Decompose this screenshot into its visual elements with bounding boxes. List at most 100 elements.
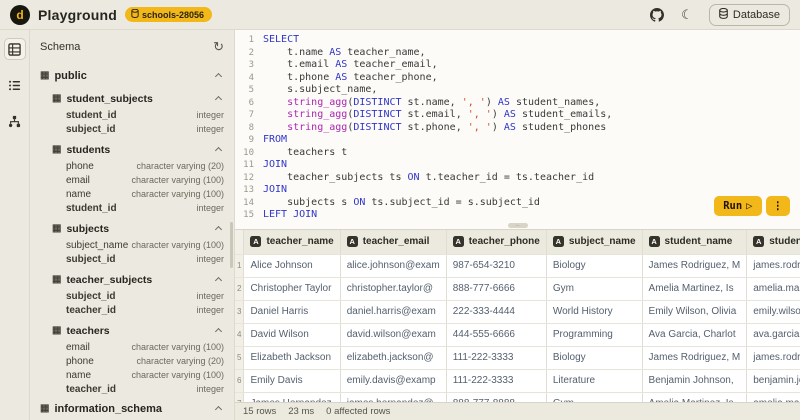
dark-mode-icon[interactable]: ☾ (679, 7, 695, 23)
code-line[interactable]: 11JOIN (235, 159, 800, 172)
table-cell[interactable]: 888-777-6666 (446, 277, 546, 300)
code-line[interactable]: 13JOIN (235, 184, 800, 197)
table-node-students[interactable]: ▦students (50, 141, 226, 159)
table-cell[interactable]: Emily Wilson, Olivia (642, 300, 747, 323)
column-header-teacher_email[interactable]: Ateacher_email (340, 230, 446, 254)
table-cell[interactable]: James Hernandez (244, 392, 340, 402)
results-panel-icon[interactable] (4, 74, 26, 96)
text-type-icon: A (453, 236, 464, 247)
table-node-student_subjects[interactable]: ▦student_subjects (50, 90, 226, 108)
github-icon[interactable] (649, 7, 665, 23)
table-cell[interactable]: benjamin.johnson@ (747, 369, 800, 392)
code-line[interactable]: 10 teachers t (235, 147, 800, 160)
chevron-up-icon[interactable] (215, 146, 222, 153)
table-cell[interactable]: 111-222-3333 (446, 346, 546, 369)
table-cell[interactable]: Programming (546, 323, 642, 346)
column-header-student_name[interactable]: Astudent_name (642, 230, 747, 254)
table-cell[interactable]: Elizabeth Jackson (244, 346, 340, 369)
table-cell[interactable]: Gym (546, 392, 642, 402)
line-number: 13 (235, 184, 263, 197)
table-cell[interactable]: james.rodriguez@e (747, 254, 800, 277)
table-cell[interactable]: ava.garcia@examp (747, 323, 800, 346)
table-cell[interactable]: Biology (546, 346, 642, 369)
table-cell[interactable]: Christopher Taylor (244, 277, 340, 300)
chevron-up-icon[interactable] (215, 327, 222, 334)
chevron-up-icon[interactable] (215, 276, 222, 283)
table-cell[interactable]: Benjamin Johnson, (642, 369, 747, 392)
table-cell[interactable]: david.wilson@exam (340, 323, 446, 346)
schema-node-public[interactable]: ▦public (38, 67, 226, 85)
code-line[interactable]: 12 teacher_subjects ts ON t.teacher_id =… (235, 172, 800, 185)
table-cell[interactable]: Amelia Martinez, Is (642, 392, 747, 402)
table-cell[interactable]: amelia.martinez@e (747, 392, 800, 402)
code-line[interactable]: 1SELECT (235, 34, 800, 47)
table-cell[interactable]: Biology (546, 254, 642, 277)
column-header-teacher_name[interactable]: Ateacher_name (244, 230, 340, 254)
run-button[interactable]: Run ▷ (714, 196, 761, 216)
table-node-teacher_subjects[interactable]: ▦teacher_subjects (50, 271, 226, 289)
table-cell[interactable]: David Wilson (244, 323, 340, 346)
table-cell[interactable]: alice.johnson@exam (340, 254, 446, 277)
column-type: integer (196, 203, 224, 214)
table-cell[interactable]: 444-555-6666 (446, 323, 546, 346)
table-cell[interactable]: James Rodriguez, M (642, 254, 747, 277)
table-cell[interactable]: emily.wilson@exam (747, 300, 800, 323)
table-cell[interactable]: james.rodriguez@e (747, 346, 800, 369)
diagram-panel-icon[interactable] (4, 110, 26, 132)
code-line[interactable]: 7 string_agg(DISTINCT st.email, ', ') AS… (235, 109, 800, 122)
resize-handle[interactable]: ... (508, 223, 528, 228)
code-line[interactable]: 9FROM (235, 134, 800, 147)
table-cell[interactable]: James Rodriguez, M (642, 346, 747, 369)
chevron-up-icon[interactable] (215, 225, 222, 232)
column-name: name (66, 370, 91, 381)
table-cell[interactable]: christopher.taylor@ (340, 277, 446, 300)
column-row: namecharacter varying (100) (64, 187, 226, 201)
code-line[interactable]: 6 string_agg(DISTINCT st.name, ', ') AS … (235, 97, 800, 110)
line-number: 7 (235, 109, 263, 122)
code-line[interactable]: 2 t.name AS teacher_name, (235, 47, 800, 60)
line-number: 6 (235, 97, 263, 110)
table-cell[interactable]: Ava Garcia, Charlot (642, 323, 747, 346)
column-header-teacher_phone[interactable]: Ateacher_phone (446, 230, 546, 254)
refresh-icon[interactable]: ↻ (213, 40, 224, 53)
table-cell[interactable]: 222-333-4444 (446, 300, 546, 323)
table-node-subjects[interactable]: ▦subjects (50, 220, 226, 238)
chevron-up-icon[interactable] (215, 405, 222, 412)
table-cell[interactable]: elizabeth.jackson@ (340, 346, 446, 369)
table-cell[interactable]: Literature (546, 369, 642, 392)
sql-editor[interactable]: 1SELECT2 t.name AS teacher_name,3 t.emai… (235, 30, 800, 222)
code-line[interactable]: 3 t.email AS teacher_email, (235, 59, 800, 72)
database-button[interactable]: Database (709, 4, 790, 26)
column-name: teacher_id (66, 384, 116, 395)
table-cell[interactable]: 987-654-3210 (446, 254, 546, 277)
sidebar-scrollbar[interactable] (230, 222, 233, 268)
column-name: email (66, 175, 90, 186)
schema-node-information_schema[interactable]: ▦information_schema (38, 400, 226, 418)
chevron-up-icon[interactable] (215, 95, 222, 102)
table-cell[interactable]: 111-222-3333 (446, 369, 546, 392)
code-line[interactable]: 4 t.phone AS teacher_phone, (235, 72, 800, 85)
table-cell[interactable]: daniel.harris@exam (340, 300, 446, 323)
column-row: teacher_idinteger (64, 303, 226, 317)
table-cell[interactable]: emily.davis@examp (340, 369, 446, 392)
table-cell[interactable]: Amelia Martinez, Is (642, 277, 747, 300)
table-cell[interactable]: 888-777-8888 (446, 392, 546, 402)
schema-panel-icon[interactable] (4, 38, 26, 60)
table-cell[interactable]: World History (546, 300, 642, 323)
column-header-student_email[interactable]: Astudent_email (747, 230, 800, 254)
column-header-subject_name[interactable]: Asubject_name (546, 230, 642, 254)
run-menu-button[interactable]: ⋮ (766, 196, 791, 216)
code-line[interactable]: 8 string_agg(DISTINCT st.phone, ', ') AS… (235, 122, 800, 135)
table-cell[interactable]: amelia.martinez@e (747, 277, 800, 300)
table-cell[interactable]: Gym (546, 277, 642, 300)
code-lines: 1SELECT2 t.name AS teacher_name,3 t.emai… (235, 34, 800, 222)
column-type: integer (196, 124, 224, 135)
code-line[interactable]: 5 s.subject_name, (235, 84, 800, 97)
table-node-teachers[interactable]: ▦teachers (50, 322, 226, 340)
chevron-up-icon[interactable] (215, 72, 222, 79)
table-cell[interactable]: Daniel Harris (244, 300, 340, 323)
table-cell[interactable]: Alice Johnson (244, 254, 340, 277)
schema-name: information_schema (54, 403, 162, 415)
table-cell[interactable]: Emily Davis (244, 369, 340, 392)
table-cell[interactable]: james.hernandez@ (340, 392, 446, 402)
